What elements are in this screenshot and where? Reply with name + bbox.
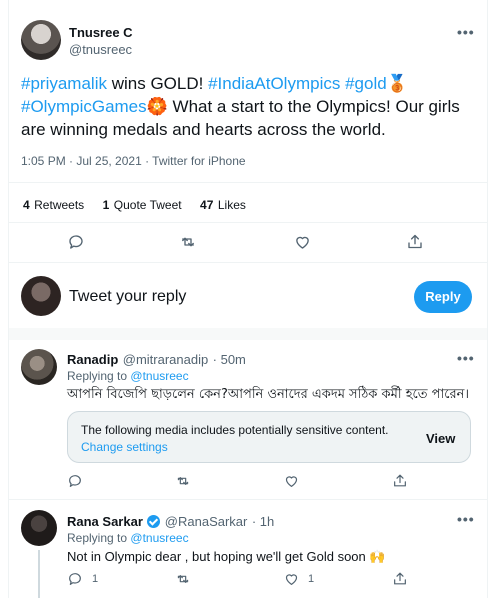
tweet-text-segment: wins GOLD! — [106, 74, 209, 93]
replying-to: Replying to @tnusreec — [67, 369, 189, 383]
quotes-stat[interactable]: 1 Quote Tweet — [103, 196, 186, 213]
view-button[interactable]: View — [426, 431, 455, 446]
hashtag-link[interactable]: #OlympicGames — [21, 97, 147, 116]
tweet-thread-panel: Tnusree C @tnusreec ••• #priyamalik wins… — [8, 0, 488, 598]
likes-stat[interactable]: 47 Likes — [200, 196, 246, 213]
author-handle[interactable]: @tnusreec — [69, 42, 132, 57]
thread-line — [38, 550, 40, 598]
more-icon[interactable]: ••• — [457, 511, 475, 527]
reply-author-name[interactable]: Ranadip — [67, 352, 118, 367]
author-name[interactable]: Tnusree C — [69, 25, 133, 40]
retweet-icon[interactable] — [174, 473, 192, 489]
hashtag-link[interactable]: #priyamalik — [21, 74, 107, 93]
verified-badge-icon — [147, 515, 161, 528]
replying-to-handle[interactable]: @tnusreec — [130, 369, 188, 383]
reply-time[interactable]: · 50m — [213, 352, 246, 367]
more-icon[interactable]: ••• — [457, 350, 475, 366]
reply-text: Not in Olympic dear , but hoping we'll g… — [67, 549, 386, 564]
retweet-icon[interactable] — [174, 571, 192, 587]
reply-avatar[interactable] — [21, 349, 57, 385]
quotes-label: Quote Tweet — [113, 198, 182, 212]
likes-count: 47 — [200, 198, 214, 212]
divider — [9, 262, 487, 263]
more-icon[interactable]: ••• — [457, 24, 475, 40]
divider — [9, 182, 487, 183]
likes-label: Likes — [217, 198, 246, 212]
reply-count: 1 — [92, 573, 99, 585]
divider — [9, 499, 487, 500]
hashtag-link[interactable]: #gold — [345, 74, 387, 93]
replying-to: Replying to @tnusreec — [67, 531, 189, 545]
reply-author-name[interactable]: Rana Sarkar — [67, 514, 143, 529]
retweets-label: Retweets — [34, 198, 85, 212]
heart-icon[interactable] — [283, 473, 300, 489]
tweet-stats: 4 Retweets 1 Quote Tweet 47 Likes — [23, 196, 246, 214]
retweet-icon[interactable] — [178, 233, 198, 251]
sensitive-text: The following media includes potentially… — [81, 423, 389, 437]
sensitive-media-warning: The following media includes potentially… — [67, 411, 471, 463]
share-icon[interactable] — [406, 232, 424, 251]
my-avatar[interactable] — [21, 276, 61, 316]
tweet-text-segment: 🏵️ — [146, 97, 168, 116]
reply-icon[interactable] — [67, 233, 85, 251]
reply-text: আপনি বিজেপি ছাড়লেন কেন?আপনি ওনাদের একদম… — [67, 387, 470, 402]
reply-icon[interactable] — [67, 571, 83, 587]
hashtag-link[interactable]: #IndiaAtOlympics — [208, 74, 340, 93]
reply-input[interactable]: Tweet your reply — [69, 288, 319, 306]
divider — [9, 222, 487, 223]
tweet-timestamp[interactable]: 1:05 PM · Jul 25, 2021 · Twitter for iPh… — [21, 154, 246, 168]
retweets-stat[interactable]: 4 Retweets — [23, 196, 89, 213]
change-settings-link[interactable]: Change settings — [81, 440, 168, 454]
reply-author-handle[interactable]: @RanaSarkar — [165, 514, 248, 529]
reply-button[interactable]: Reply — [414, 281, 472, 313]
tweet-text: #priyamalik wins GOLD! #IndiaAtOlympics … — [21, 72, 477, 141]
reply-header: Rana Sarkar @RanaSarkar · 1h — [67, 513, 274, 531]
retweets-count: 4 — [23, 198, 30, 212]
tweet-text-segment: 🥉 — [386, 74, 408, 93]
reply-time[interactable]: · 1h — [252, 514, 274, 529]
reply-icon[interactable] — [67, 473, 83, 489]
heart-icon[interactable] — [283, 571, 300, 587]
share-icon[interactable] — [392, 570, 408, 587]
share-icon[interactable] — [392, 472, 408, 489]
quotes-count: 1 — [102, 198, 110, 212]
author-avatar[interactable] — [21, 20, 61, 60]
heart-icon[interactable] — [293, 233, 312, 251]
reply-avatar[interactable] — [21, 510, 57, 546]
replying-to-handle[interactable]: @tnusreec — [130, 531, 188, 545]
replying-to-label: Replying to — [67, 369, 128, 383]
reply-header: Ranadip @mitraranadip · 50m — [67, 351, 246, 369]
replying-to-label: Replying to — [67, 531, 128, 545]
section-separator — [9, 328, 487, 340]
reply-author-handle[interactable]: @mitraranadip — [123, 352, 208, 367]
like-count: 1 — [308, 573, 315, 585]
